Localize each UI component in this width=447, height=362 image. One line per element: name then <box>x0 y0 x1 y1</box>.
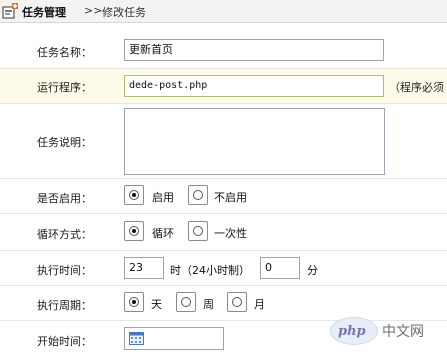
exec-cycle-radio-group: 天 周 月 <box>124 292 284 314</box>
radio-empty-icon <box>181 297 191 307</box>
radio-empty-icon <box>193 226 203 236</box>
program-row: 运行程序： dede-post.php （程序必须 <box>0 69 447 104</box>
task-name-input[interactable]: 更新首页 <box>124 39 384 61</box>
loop-mode-option-loop-label: 循环 <box>152 227 174 240</box>
enabled-radio-no[interactable] <box>188 185 208 205</box>
radio-empty-icon <box>193 190 203 200</box>
start-time-input[interactable] <box>124 327 224 350</box>
start-time-label: 开始时间： <box>37 335 92 348</box>
radio-selected-icon <box>129 297 139 307</box>
exec-cycle-option-month-label: 月 <box>254 298 265 311</box>
exec-cycle-radio-month[interactable] <box>227 292 247 312</box>
loop-mode-radio-once[interactable] <box>188 221 208 241</box>
enabled-option-no-label: 不启用 <box>214 191 247 204</box>
radio-selected-icon <box>129 190 139 200</box>
exec-hour-unit: 时（24小时制） <box>170 264 250 277</box>
exec-cycle-radio-week[interactable] <box>176 292 196 312</box>
loop-mode-radio-group: 循环 一次性 <box>124 221 284 243</box>
program-input[interactable]: dede-post.php <box>124 75 384 97</box>
watermark: php 中文网 <box>330 316 447 345</box>
calendar-icon[interactable] <box>129 332 144 345</box>
breadcrumb-separator: >> <box>84 4 103 17</box>
breadcrumb-title[interactable]: 任务管理 <box>22 4 66 20</box>
exec-cycle-option-week-label: 周 <box>203 298 214 311</box>
program-label: 运行程序： <box>37 81 92 94</box>
exec-cycle-label: 执行周期： <box>37 299 92 312</box>
exec-minute-unit: 分 <box>307 264 318 277</box>
exec-cycle-radio-day[interactable] <box>124 292 144 312</box>
task-name-label: 任务名称： <box>37 46 92 59</box>
exec-time-label: 执行时间： <box>37 264 92 277</box>
php-logo: php <box>330 317 378 345</box>
task-name-row: 任务名称： 更新首页 <box>0 34 447 69</box>
loop-mode-label: 循环方式： <box>37 228 92 241</box>
program-hint: （程序必须 <box>389 81 444 94</box>
loop-mode-option-once-label: 一次性 <box>214 227 247 240</box>
watermark-site: 中文网 <box>382 324 424 340</box>
loop-mode-radio-loop[interactable] <box>124 221 144 241</box>
enabled-radio-group: 启用 不启用 <box>124 185 284 207</box>
task-add-icon <box>2 3 18 19</box>
description-textarea[interactable] <box>124 108 385 175</box>
enabled-option-yes-label: 启用 <box>152 191 174 204</box>
radio-selected-icon <box>129 226 139 236</box>
breadcrumb-current: 修改任务 <box>102 6 146 19</box>
breadcrumb: 任务管理 >> 修改任务 <box>0 0 447 23</box>
php-logo-text: php <box>338 324 366 339</box>
enabled-row: 是否启用： 启用 不启用 <box>0 179 447 214</box>
loop-mode-row: 循环方式： 循环 一次性 <box>0 214 447 251</box>
description-label: 任务说明： <box>37 136 92 149</box>
enabled-radio-yes[interactable] <box>124 185 144 205</box>
enabled-label: 是否启用： <box>37 192 92 205</box>
radio-empty-icon <box>232 297 242 307</box>
exec-hour-input[interactable]: 23 <box>124 257 164 279</box>
description-row: 任务说明： <box>0 104 447 179</box>
exec-time-row: 执行时间： 23 时（24小时制） 0 分 <box>0 251 447 286</box>
exec-cycle-option-day-label: 天 <box>151 298 162 311</box>
exec-minute-input[interactable]: 0 <box>260 257 300 279</box>
